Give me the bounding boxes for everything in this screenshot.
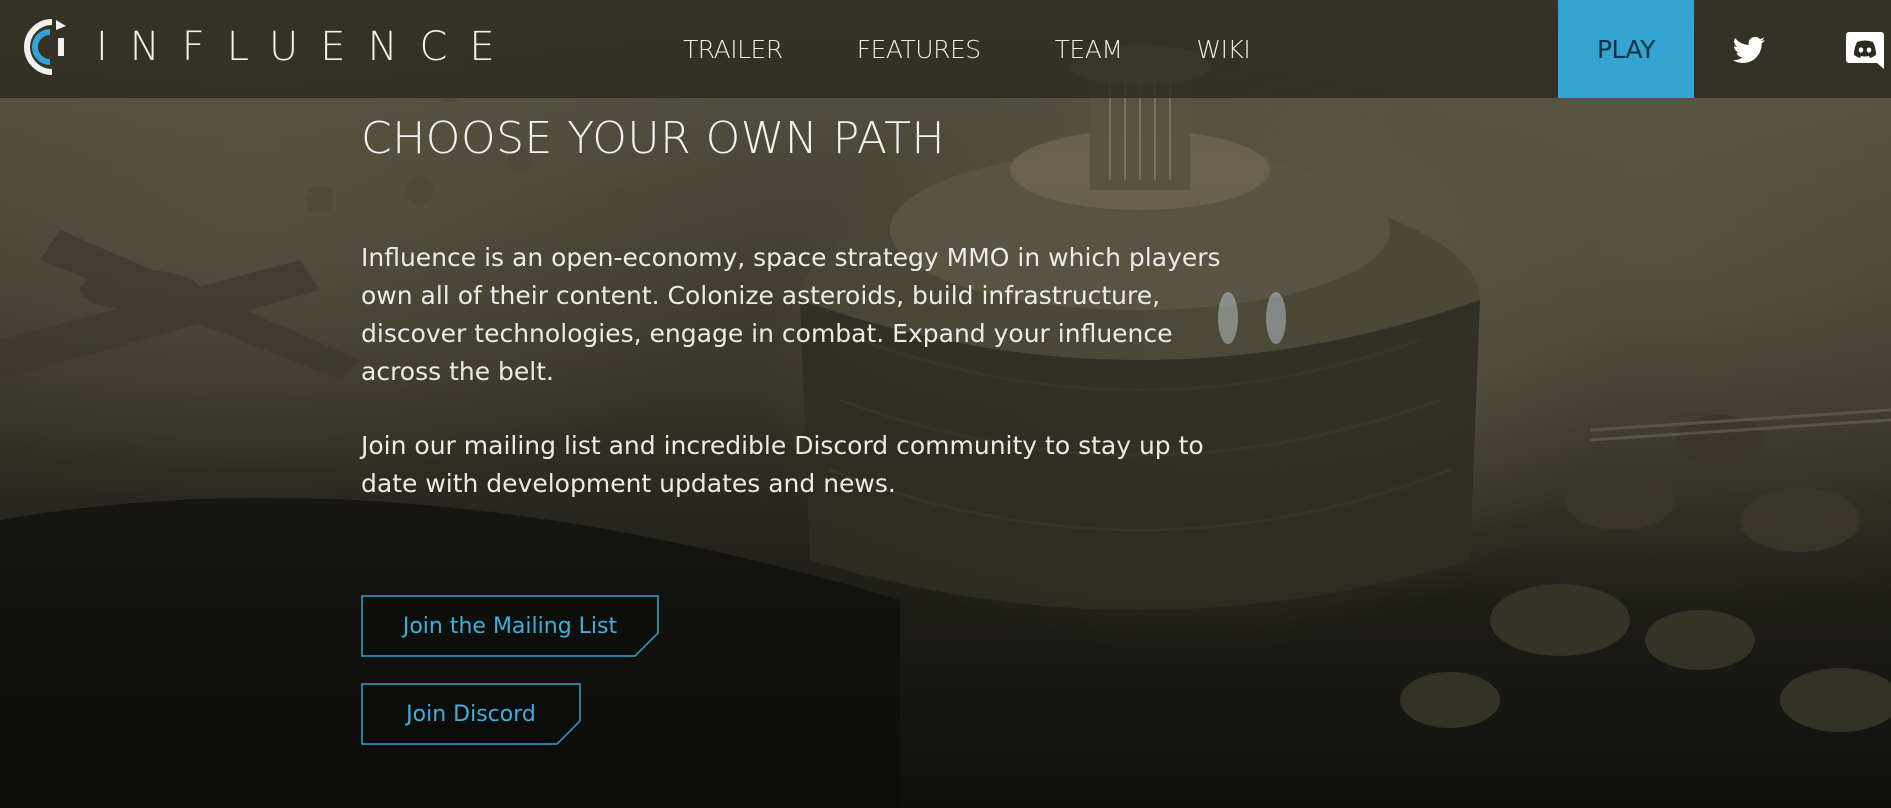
asteroid-base-illustration	[0, 45, 1891, 808]
nav-link-trailer[interactable]: TRAILER	[683, 35, 783, 64]
influence-logo-icon	[24, 19, 66, 75]
top-navigation: INFLUENCE TRAILER FEATURES TEAM WIKI PLA…	[0, 0, 1891, 98]
community-paragraph: Join our mailing list and incredible Dis…	[361, 431, 1204, 498]
nav-link-wiki[interactable]: WIKI	[1196, 35, 1250, 64]
discord-link[interactable]	[1845, 30, 1885, 70]
main-menu: TRAILER FEATURES TEAM WIKI	[683, 0, 1251, 98]
join-discord-button[interactable]: Join Discord	[361, 683, 581, 745]
play-button[interactable]: PLAY	[1558, 0, 1694, 98]
brand-name: INFLUENCE	[96, 24, 517, 70]
twitter-icon	[1732, 36, 1765, 63]
join-discord-label: Join Discord	[406, 701, 536, 727]
intro-paragraph: Influence is an open-economy, space stra…	[361, 243, 1221, 386]
brand-logo-link[interactable]: INFLUENCE	[22, 14, 517, 80]
join-mailing-list-label: Join the Mailing List	[402, 613, 618, 639]
nav-link-team[interactable]: TEAM	[1055, 35, 1123, 64]
twitter-link[interactable]	[1729, 30, 1769, 70]
page-title: CHOOSE YOUR OWN PATH	[361, 113, 946, 164]
join-mailing-list-button[interactable]: Join the Mailing List	[361, 595, 659, 657]
discord-icon	[1846, 32, 1884, 69]
nav-link-features[interactable]: FEATURES	[857, 35, 981, 64]
background-scene	[0, 0, 1891, 808]
